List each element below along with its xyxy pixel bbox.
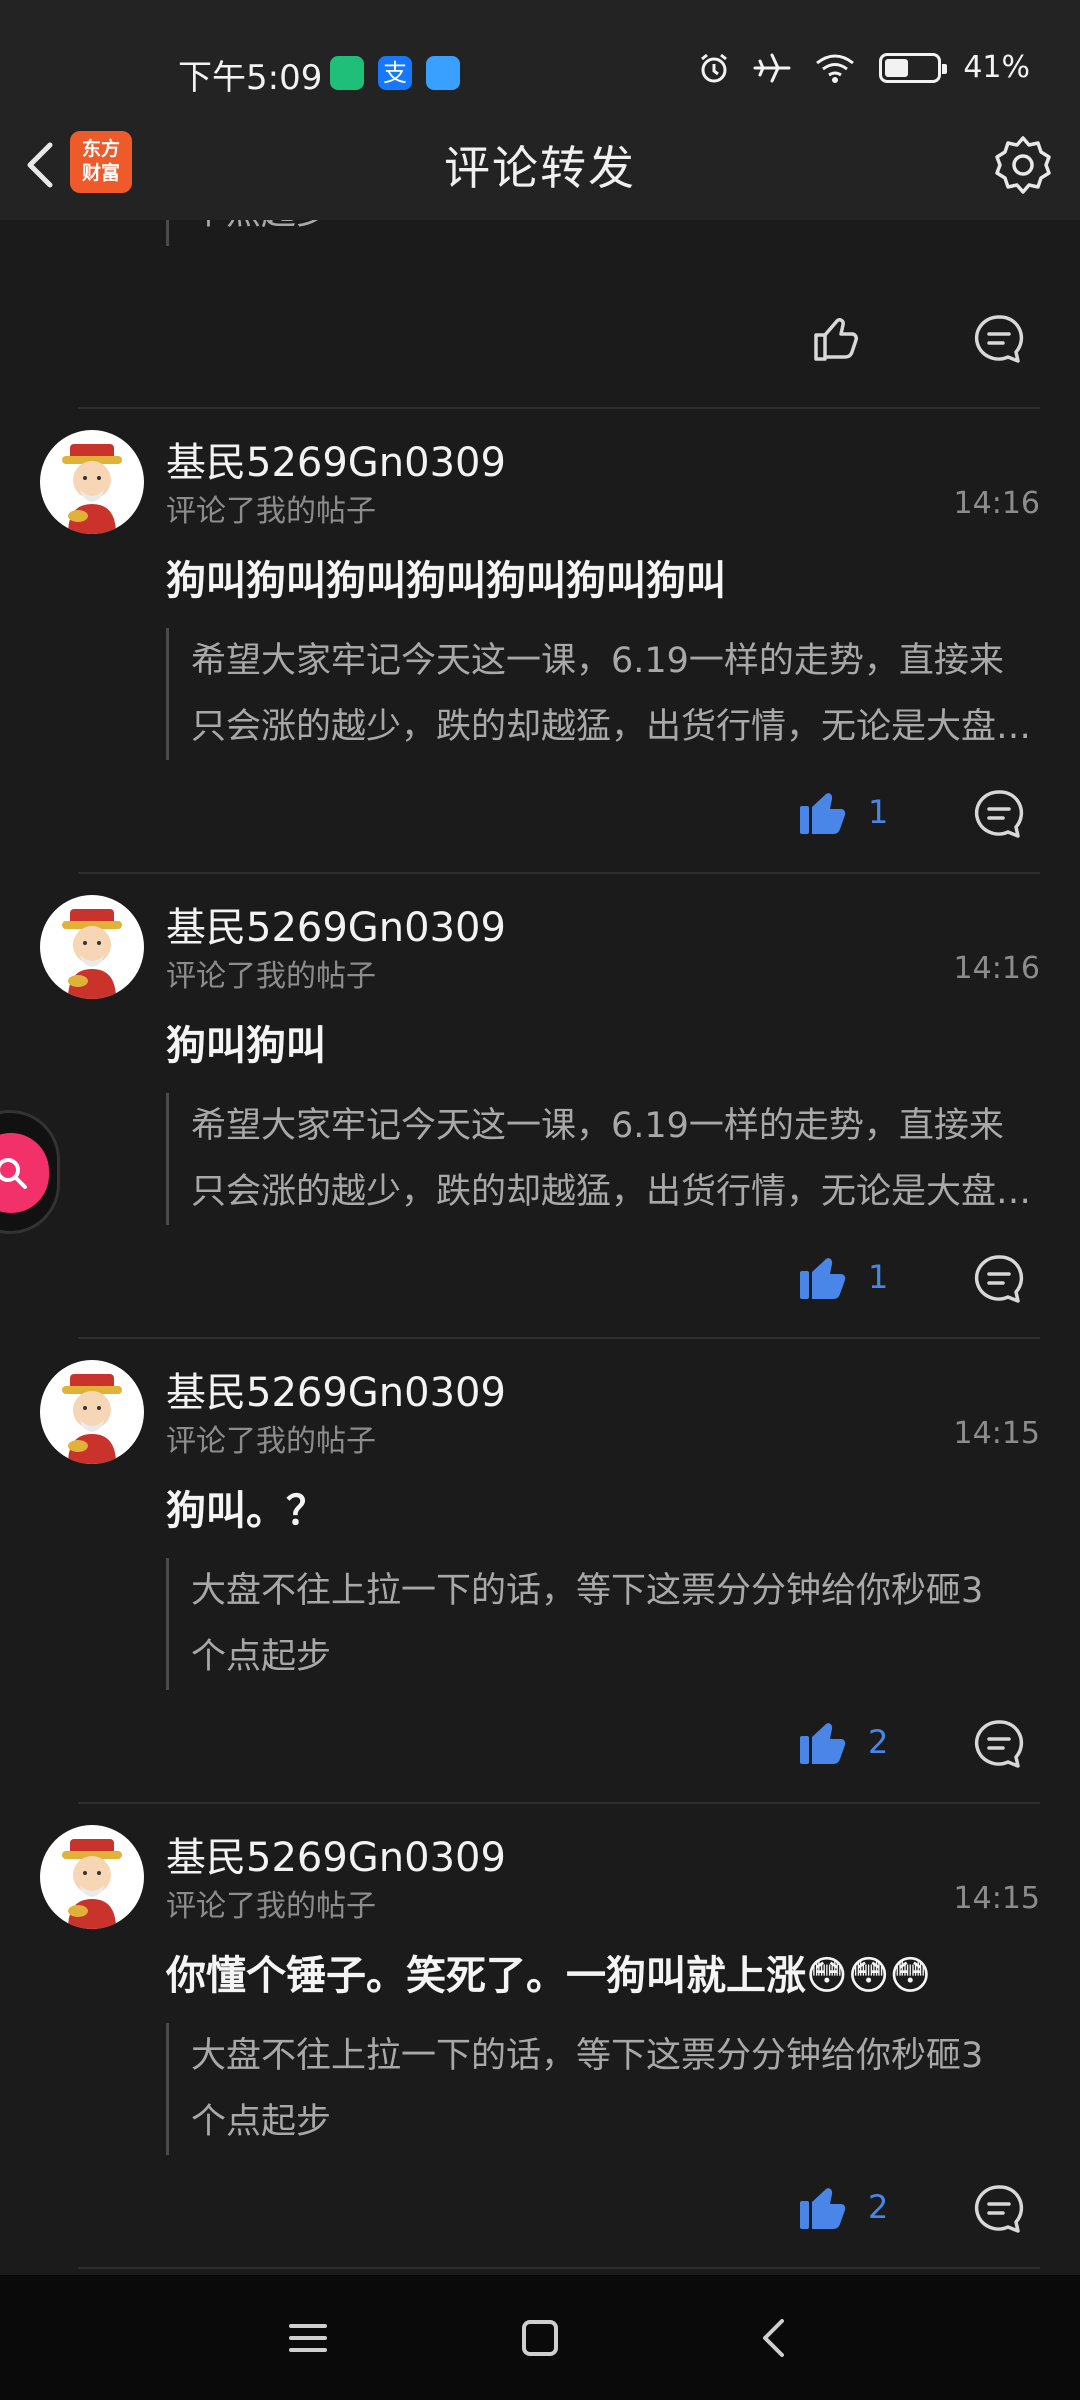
timestamp: 14:16 xyxy=(953,951,1040,986)
thumbs-up-filled-icon xyxy=(800,1723,846,1764)
wifi-icon xyxy=(816,54,855,83)
comment-bubble-icon[interactable] xyxy=(973,1718,1025,1770)
app-header: 东方 财富 评论转发 xyxy=(0,110,1080,220)
cloud-app-icon xyxy=(426,56,460,90)
menu-icon[interactable] xyxy=(283,2313,333,2363)
thumbs-up-filled-icon xyxy=(800,2188,846,2229)
fortune-god-avatar-icon xyxy=(62,1374,122,1464)
quote-line: 大盘不往上拉一下的话，等下这票分分钟给你秒砸3 xyxy=(191,1571,984,1611)
comment-text[interactable]: 狗叫。？ xyxy=(166,1478,326,1536)
comment-text[interactable]: 狗叫狗叫狗叫狗叫狗叫狗叫狗叫 xyxy=(166,548,726,606)
search-bubble xyxy=(0,1133,49,1213)
fortune-god-avatar-icon xyxy=(62,909,122,999)
home-square-icon[interactable] xyxy=(515,2313,565,2363)
username[interactable]: 基民5269Gn0309 xyxy=(166,895,506,953)
comment-bubble-icon[interactable] xyxy=(973,1253,1025,1305)
comment-text[interactable]: 你懂个锤子。笑死了。一狗叫就上涨😳😳😳 xyxy=(166,1943,931,2001)
timestamp: 14:15 xyxy=(953,1881,1040,1916)
search-icon xyxy=(0,1158,27,1189)
like-button[interactable]: 2 xyxy=(798,1718,888,1766)
alarm-icon xyxy=(701,53,728,82)
timestamp: 14:15 xyxy=(953,1416,1040,1451)
like-count: 1 xyxy=(868,793,889,831)
timestamp: 14:16 xyxy=(953,486,1040,521)
thumbs-up-outline-icon[interactable] xyxy=(810,313,862,365)
comment-bubble-icon[interactable] xyxy=(973,2183,1025,2235)
action-text: 评论了我的帖子 xyxy=(166,1424,376,1459)
page-title: 评论转发 xyxy=(444,141,636,195)
comment-text[interactable]: 狗叫狗叫 xyxy=(166,1013,326,1071)
status-time: 下午5:09 xyxy=(178,58,323,98)
quoted-post[interactable]: 希望大家牢记今天这一课，6.19一样的走势，直接来 只会涨的越少，跌的却越猛，出… xyxy=(166,1093,1040,1225)
status-bar: 下午5:09 支 41% xyxy=(0,0,1080,110)
quote-line: 只会涨的越少，跌的却越猛，出货行情，无论是大盘还是个股 xyxy=(191,707,1040,747)
quote-line: 大盘不往上拉一下的话，等下这票分分钟给你秒砸3 xyxy=(191,2036,984,2076)
like-count: 2 xyxy=(868,1723,889,1761)
quote-line: 个点起步 xyxy=(191,2102,332,2142)
username[interactable]: 基民5269Gn0309 xyxy=(166,1360,506,1418)
action-text: 评论了我的帖子 xyxy=(166,1889,376,1924)
action-text: 评论了我的帖子 xyxy=(166,959,376,994)
quote-line: 只会涨的越少，跌的却越猛，出货行情，无论是大盘还是个股 xyxy=(191,1172,1040,1212)
thumbs-up-filled-icon xyxy=(800,793,846,834)
username[interactable]: 基民5269Gn0309 xyxy=(166,430,506,488)
comment-bubble-icon[interactable] xyxy=(973,313,1025,365)
quoted-post[interactable]: 希望大家牢记今天这一课，6.19一样的走势，直接来 只会涨的越少，跌的却越猛，出… xyxy=(166,628,1040,760)
thumbs-up-filled-icon xyxy=(800,1258,846,1299)
battery-percent: 41% xyxy=(963,50,1030,85)
like-count: 2 xyxy=(868,2188,889,2226)
airplane-icon xyxy=(753,53,791,82)
avatar[interactable] xyxy=(40,895,144,999)
settings-gear-icon[interactable] xyxy=(990,132,1056,198)
quote-line: 希望大家牢记今天这一课，6.19一样的走势，直接来 xyxy=(191,1106,1004,1146)
quote-line: 希望大家牢记今天这一课，6.19一样的走势，直接来 xyxy=(191,641,1004,681)
quoted-post[interactable]: 个点起步 xyxy=(166,220,1040,246)
fortune-god-avatar-icon xyxy=(62,1839,122,1929)
like-button[interactable]: 1 xyxy=(798,1253,888,1301)
divider xyxy=(78,407,1040,409)
like-button[interactable]: 2 xyxy=(798,2183,888,2231)
divider xyxy=(78,1337,1040,1339)
quoted-post[interactable]: 大盘不往上拉一下的话，等下这票分分钟给你秒砸3 个点起步 xyxy=(166,2023,1040,2155)
like-count: 1 xyxy=(868,1258,889,1296)
avatar[interactable] xyxy=(40,1360,144,1464)
action-text: 评论了我的帖子 xyxy=(166,494,376,529)
status-right-icons: 41% xyxy=(697,50,1030,85)
like-button[interactable]: 1 xyxy=(798,788,888,836)
battery-icon xyxy=(879,52,948,83)
divider xyxy=(78,1802,1040,1804)
fortune-god-avatar-icon xyxy=(62,444,122,534)
alipay-icon: 支 xyxy=(378,56,412,90)
system-nav-bar xyxy=(0,2275,1080,2400)
quoted-post[interactable]: 大盘不往上拉一下的话，等下这票分分钟给你秒砸3 个点起步 xyxy=(166,1558,1040,1690)
quote-line: 个点起步 xyxy=(191,220,1040,246)
quote-line: 个点起步 xyxy=(191,1637,332,1677)
back-nav-icon[interactable] xyxy=(750,2313,800,2363)
username[interactable]: 基民5269Gn0309 xyxy=(166,1825,506,1883)
comment-bubble-icon[interactable] xyxy=(973,788,1025,840)
avatar[interactable] xyxy=(40,430,144,534)
divider xyxy=(78,2267,1040,2269)
comment-feed[interactable]: 个点起步 基民5269Gn0309 评论了我的帖子 14:16 狗叫狗叫 xyxy=(0,220,1080,2275)
shield-app-icon xyxy=(330,56,364,90)
avatar[interactable] xyxy=(40,1825,144,1929)
divider xyxy=(78,872,1040,874)
